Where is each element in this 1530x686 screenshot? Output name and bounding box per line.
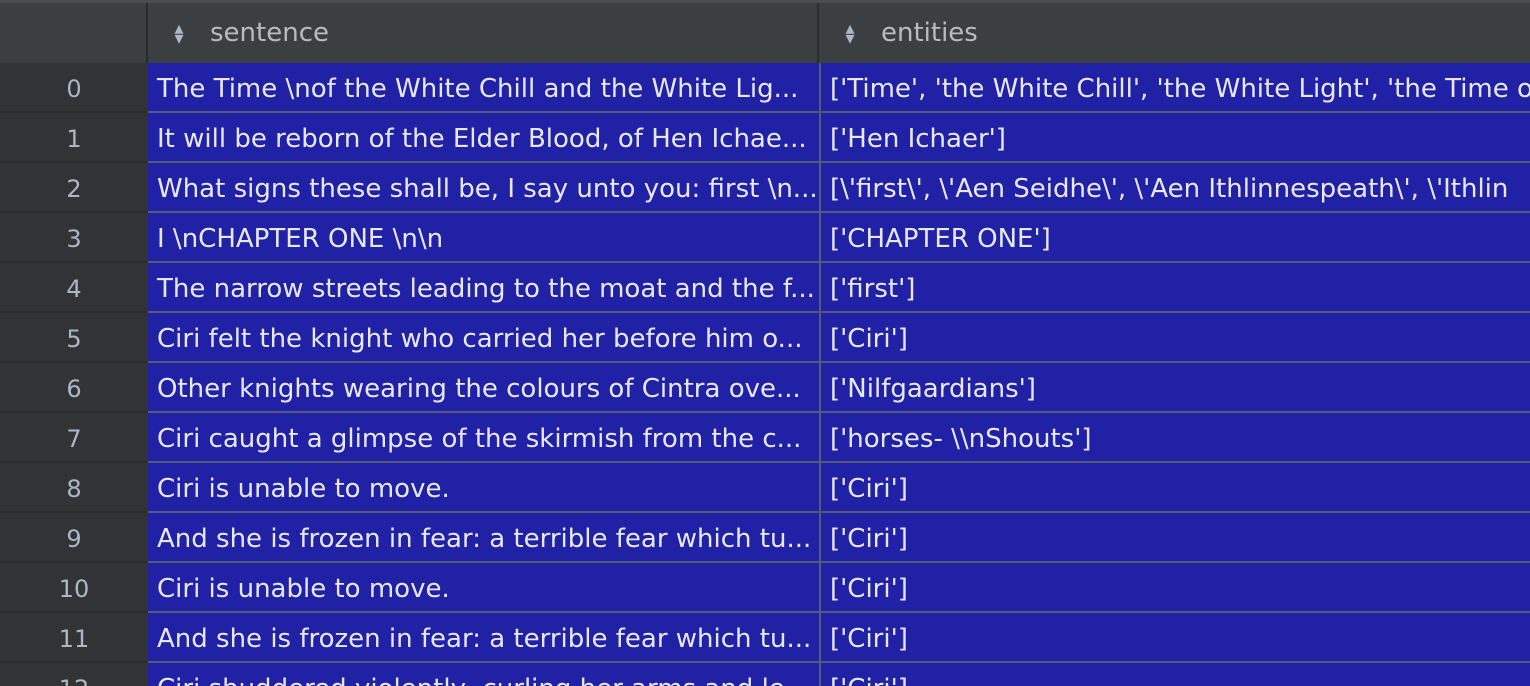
entities-cell[interactable]: ['Nilfgaardians'] <box>821 363 1530 413</box>
entities-cell[interactable]: ['Time', 'the White Chill', 'the White L… <box>821 63 1530 113</box>
row-index: 3 <box>0 213 148 263</box>
entities-cell[interactable]: ['Ciri'] <box>821 513 1530 563</box>
entities-cell[interactable]: ['Ciri'] <box>821 313 1530 363</box>
table-row[interactable]: 8 Ciri is unable to move. ['Ciri'] <box>0 463 1530 513</box>
sentence-cell[interactable]: Other knights wearing the colours of Cin… <box>148 363 821 413</box>
entities-cell[interactable]: ['CHAPTER ONE'] <box>821 213 1530 263</box>
table-row[interactable]: 9 And she is frozen in fear: a terrible … <box>0 513 1530 563</box>
sentence-cell[interactable]: What signs these shall be, I say unto yo… <box>148 163 821 213</box>
sentence-cell[interactable]: The Time \nof the White Chill and the Wh… <box>148 63 821 113</box>
sentence-cell[interactable]: Ciri shuddered violently, curling her ar… <box>148 663 821 686</box>
column-header-label: entities <box>881 18 978 48</box>
table-row[interactable]: 4 The narrow streets leading to the moat… <box>0 263 1530 313</box>
column-header-sentence[interactable]: ▴ ▾ sentence <box>148 3 819 63</box>
table-row[interactable]: 3 I \nCHAPTER ONE \n\n ['CHAPTER ONE'] <box>0 213 1530 263</box>
table-row[interactable]: 0 The Time \nof the White Chill and the … <box>0 63 1530 113</box>
row-index: 7 <box>0 413 148 463</box>
table-row[interactable]: 6 Other knights wearing the colours of C… <box>0 363 1530 413</box>
data-table: ▴ ▾ sentence ▴ ▾ entities 0 The Time \nof … <box>0 0 1530 686</box>
sentence-cell[interactable]: It will be reborn of the Elder Blood, of… <box>148 113 821 163</box>
row-index: 9 <box>0 513 148 563</box>
table-row[interactable]: 1 It will be reborn of the Elder Blood, … <box>0 113 1530 163</box>
sentence-cell[interactable]: Ciri is unable to move. <box>148 463 821 513</box>
row-index: 8 <box>0 463 148 513</box>
sentence-cell[interactable]: I \nCHAPTER ONE \n\n <box>148 213 821 263</box>
entities-cell[interactable]: ['horses- \\nShouts'] <box>821 413 1530 463</box>
entities-cell[interactable]: ['Ciri'] <box>821 663 1530 686</box>
sentence-cell[interactable]: Ciri is unable to move. <box>148 563 821 613</box>
row-index: 4 <box>0 263 148 313</box>
row-index: 6 <box>0 363 148 413</box>
table-row[interactable]: 7 Ciri caught a glimpse of the skirmish … <box>0 413 1530 463</box>
table-header: ▴ ▾ sentence ▴ ▾ entities <box>0 0 1530 63</box>
sentence-cell[interactable]: Ciri caught a glimpse of the skirmish fr… <box>148 413 821 463</box>
table-row[interactable]: 2 What signs these shall be, I say unto … <box>0 163 1530 213</box>
column-header-entities[interactable]: ▴ ▾ entities <box>819 3 1530 63</box>
table-row[interactable]: 5 Ciri felt the knight who carried her b… <box>0 313 1530 363</box>
entities-cell[interactable]: ['Ciri'] <box>821 563 1530 613</box>
sentence-cell[interactable]: The narrow streets leading to the moat a… <box>148 263 821 313</box>
entities-cell[interactable]: [\'first\', \'Aen Seidhe\', \'Aen Ithlin… <box>821 163 1530 213</box>
entities-cell[interactable]: ['Ciri'] <box>821 613 1530 663</box>
sentence-cell[interactable]: Ciri felt the knight who carried her bef… <box>148 313 821 363</box>
column-header-label: sentence <box>210 18 329 48</box>
table-row[interactable]: 10 Ciri is unable to move. ['Ciri'] <box>0 563 1530 613</box>
sentence-cell[interactable]: And she is frozen in fear: a terrible fe… <box>148 613 821 663</box>
table-row[interactable]: 11 And she is frozen in fear: a terrible… <box>0 613 1530 663</box>
entities-cell[interactable]: ['Ciri'] <box>821 463 1530 513</box>
sentence-cell[interactable]: And she is frozen in fear: a terrible fe… <box>148 513 821 563</box>
index-column-header[interactable] <box>0 3 148 63</box>
row-index: 11 <box>0 613 148 663</box>
row-index: 5 <box>0 313 148 363</box>
row-index: 0 <box>0 63 148 113</box>
entities-cell[interactable]: ['first'] <box>821 263 1530 313</box>
row-index: 12 <box>0 663 148 686</box>
sort-arrows-icon[interactable]: ▴ ▾ <box>843 20 857 48</box>
table-body: 0 The Time \nof the White Chill and the … <box>0 63 1530 686</box>
table-row[interactable]: 12 Ciri shuddered violently, curling her… <box>0 663 1530 686</box>
row-index: 1 <box>0 113 148 163</box>
sort-arrows-icon[interactable]: ▴ ▾ <box>172 20 186 48</box>
row-index: 10 <box>0 563 148 613</box>
row-index: 2 <box>0 163 148 213</box>
entities-cell[interactable]: ['Hen Ichaer'] <box>821 113 1530 163</box>
